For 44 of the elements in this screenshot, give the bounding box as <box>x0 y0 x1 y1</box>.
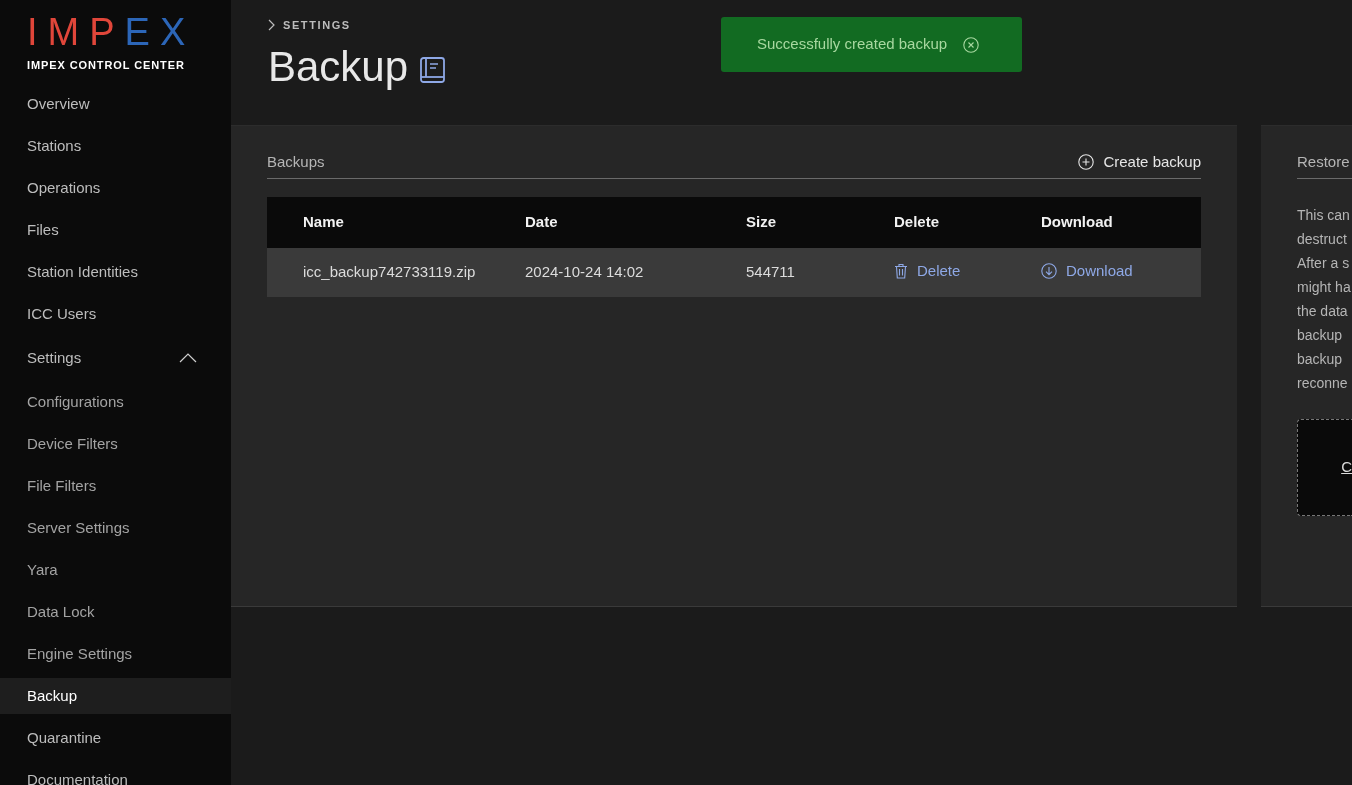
panel-title: Backups <box>267 151 325 172</box>
nav-item[interactable]: Files <box>0 212 231 248</box>
breadcrumb-link[interactable]: SETTINGS <box>283 18 351 32</box>
nav-item[interactable]: Overview <box>0 86 231 122</box>
nav-item[interactable]: Settings <box>0 338 231 378</box>
book-icon[interactable] <box>420 57 446 84</box>
nav-item[interactable]: ICC Users <box>0 296 231 332</box>
nav-item[interactable]: Configurations <box>0 384 231 420</box>
column-header: Name <box>267 197 489 248</box>
nav-item[interactable]: Device Filters <box>0 426 231 462</box>
column-header: Size <box>710 197 858 248</box>
column-header: Date <box>489 197 710 248</box>
delete-link[interactable]: Delete <box>894 259 961 283</box>
download-link[interactable]: Download <box>1041 259 1133 283</box>
nav-item[interactable]: Data Lock <box>0 594 231 630</box>
nav-item[interactable]: Operations <box>0 170 231 206</box>
plus-circle-icon <box>1078 154 1095 170</box>
nav-item[interactable]: Documentation <box>0 762 231 785</box>
logo-subtitle: IMPEX CONTROL CENTER <box>27 59 185 73</box>
nav-item[interactable]: Engine Settings <box>0 636 231 672</box>
page-title: Backup <box>268 44 409 91</box>
create-backup-button[interactable]: Create backup <box>1078 150 1201 174</box>
column-header: Download <box>1005 197 1201 248</box>
chevron-right-icon <box>268 19 275 31</box>
logo-wordmark: IMP EX <box>27 13 196 51</box>
toast-message: Successfully created backup <box>757 34 948 55</box>
restore-description: This can destruct After a s might ha the data backup backup reconne <box>1297 206 1352 393</box>
nav-item[interactable]: Station Identities <box>0 254 231 290</box>
table-cell: 544711 <box>710 248 858 297</box>
nav-item[interactable]: Yara <box>0 552 231 588</box>
table-cell: 2024-10-24 14:02 <box>489 248 710 297</box>
table-cell: icc_backup742733119.zip <box>267 248 489 297</box>
nav-item[interactable]: Backup <box>0 678 231 714</box>
trash-icon <box>894 262 908 279</box>
drop-zone[interactable]: C <box>1297 419 1352 516</box>
nav-item[interactable]: Stations <box>0 128 231 164</box>
column-header: Delete <box>858 197 1005 248</box>
nav-item[interactable]: Quarantine <box>0 720 231 756</box>
close-icon[interactable] <box>963 36 980 53</box>
choose-file-link[interactable]: C <box>1341 456 1352 479</box>
nav-item[interactable]: File Filters <box>0 468 231 504</box>
nav-item[interactable]: Server Settings <box>0 510 231 546</box>
download-circle-icon <box>1041 262 1057 279</box>
panel-title: Restore <box>1297 151 1350 172</box>
